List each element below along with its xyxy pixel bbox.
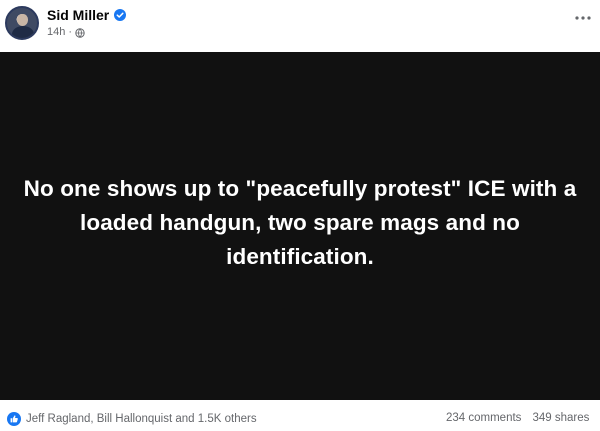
comments-count[interactable]: 234 comments [446,412,521,424]
avatar-face [17,14,28,26]
author-avatar[interactable] [5,6,39,40]
engagement-counts: 234 comments 349 shares [446,412,589,424]
more-options-icon [575,16,591,20]
more-options-button[interactable] [572,10,594,26]
avatar-body [12,26,34,38]
post-timestamp[interactable]: 14h [47,26,65,39]
post-image-text: No one shows up to "peacefully protest" … [23,176,577,269]
shares-count[interactable]: 349 shares [532,412,589,424]
post-meta: 14h · [47,26,85,39]
post-footer: Jeff Ragland, Bill Hallonquist and 1.5K … [0,400,600,431]
globe-icon [75,27,85,38]
verified-badge-icon [114,9,127,21]
like-reaction-icon [7,412,21,426]
author-row: Sid Miller [47,7,127,23]
reactions-summary[interactable]: Jeff Ragland, Bill Hallonquist and 1.5K … [7,412,257,426]
author-name[interactable]: Sid Miller [47,7,109,23]
facebook-post: Sid Miller 14h · No one shows up to "pea… [0,0,600,431]
meta-separator: · [68,26,73,38]
post-image[interactable]: No one shows up to "peacefully protest" … [0,52,600,400]
reactions-text: Jeff Ragland, Bill Hallonquist and 1.5K … [26,413,257,425]
post-header: Sid Miller 14h · [0,0,600,52]
